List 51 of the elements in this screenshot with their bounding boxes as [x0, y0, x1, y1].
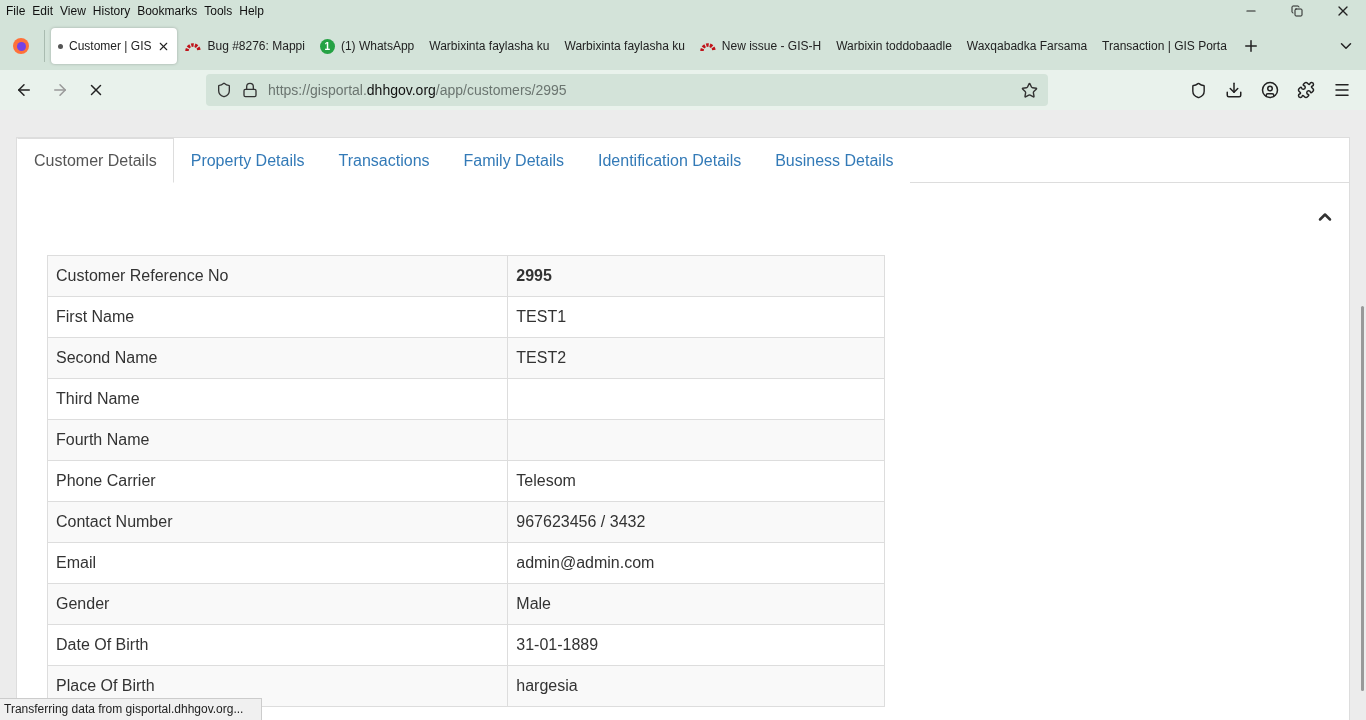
account-icon[interactable]: [1261, 81, 1279, 99]
field-value: hargesia: [507, 665, 885, 707]
browser-tab[interactable]: New issue - GIS-H: [692, 28, 829, 64]
field-value: admin@admin.com: [507, 542, 885, 584]
field-value: 967623456 / 3432: [507, 501, 885, 543]
menu-item[interactable]: Bookmarks: [135, 4, 203, 18]
menu-item[interactable]: File: [4, 4, 31, 18]
puzzle-icon[interactable]: [1297, 81, 1315, 99]
field-value: TEST1: [507, 296, 885, 338]
back-icon[interactable]: [15, 81, 33, 99]
address-bar[interactable]: https://gisportal.dhhgov.org/app/customers/2995: [206, 74, 1048, 106]
chat-badge-icon: 1: [319, 38, 335, 54]
browser-tab[interactable]: Warbixinta faylasha ku: [557, 28, 692, 64]
menu-item[interactable]: Help: [237, 4, 269, 18]
field-label: Phone Carrier: [47, 460, 508, 502]
browser-tab[interactable]: Warbixin toddobaadle: [829, 28, 959, 64]
field-label: Email: [47, 542, 508, 584]
restore-icon[interactable]: [1291, 5, 1303, 17]
field-label: Second Name: [47, 337, 508, 379]
browser-tab[interactable]: Waxqabadka Farsama: [959, 28, 1095, 64]
field-label: Customer Reference No: [47, 255, 508, 297]
page-tab[interactable]: Customer Details: [17, 138, 174, 183]
field-label: Contact Number: [47, 501, 508, 543]
download-icon[interactable]: [1225, 81, 1243, 99]
field-value: Male: [507, 583, 885, 625]
menu-item[interactable]: View: [58, 4, 91, 18]
field-value: Telesom: [507, 460, 885, 502]
menu-item[interactable]: Tools: [202, 4, 238, 18]
star-icon[interactable]: [1021, 81, 1038, 99]
lock-icon[interactable]: [242, 82, 258, 98]
arc-icon: [185, 41, 202, 51]
field-label: First Name: [47, 296, 508, 338]
browser-logo-icon[interactable]: [12, 37, 30, 55]
browser-tab[interactable]: Customer | GIS: [51, 28, 178, 64]
arc-icon: [699, 41, 716, 51]
menu-item[interactable]: History: [90, 4, 136, 18]
field-label: Date Of Birth: [47, 624, 508, 666]
field-label: Gender: [47, 583, 508, 625]
browser-tab[interactable]: Bug #8276: Mappi: [178, 28, 312, 64]
shield-icon[interactable]: [216, 82, 232, 98]
field-label: Fourth Name: [47, 419, 508, 461]
dot-icon: [58, 43, 63, 49]
field-label: Third Name: [47, 378, 508, 420]
field-value: 2995: [507, 255, 885, 297]
browser-tab[interactable]: 1 (1) WhatsApp: [312, 28, 422, 64]
field-value: 31-01-1889: [507, 624, 885, 666]
menu-icon[interactable]: [1333, 81, 1351, 99]
browser-tab[interactable]: Warbixinta faylasha ku: [422, 28, 557, 64]
menu-item[interactable]: Edit: [30, 4, 59, 18]
browser-tab[interactable]: Transaction | GIS Porta: [1095, 28, 1234, 64]
field-value: TEST2: [507, 337, 885, 379]
